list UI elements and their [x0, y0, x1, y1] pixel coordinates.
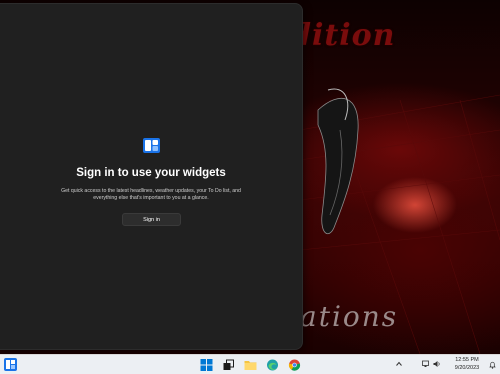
widgets-panel: Sign in to use your widgets Get quick ac…	[0, 4, 302, 349]
wallpaper-title-text: dition	[290, 18, 396, 53]
edge-icon[interactable]	[266, 359, 279, 371]
windows-start-icon[interactable]	[200, 359, 213, 371]
system-clock[interactable]: 12:55 PM 9/20/2023	[448, 357, 486, 372]
widgets-icon[interactable]	[4, 358, 17, 371]
clock-time: 12:55 PM	[455, 357, 479, 363]
panel-description: Get quick access to the latest headlines…	[61, 188, 241, 201]
sign-in-button[interactable]: Sign in	[122, 213, 181, 226]
notification-bell-icon[interactable]	[489, 361, 496, 369]
network-icon[interactable]	[422, 360, 430, 368]
desktop-wallpaper: dition ations Sign in to use your widget…	[0, 0, 500, 354]
show-hidden-icons-icon[interactable]	[395, 360, 403, 368]
chrome-icon[interactable]	[288, 359, 301, 371]
folder-icon[interactable]	[244, 359, 257, 371]
wallpaper-sub-text: ations	[300, 300, 399, 333]
widgets-logo-icon	[143, 138, 160, 153]
volume-icon[interactable]	[433, 360, 441, 368]
task-view-icon[interactable]	[222, 359, 235, 371]
panel-title: Sign in to use your widgets	[76, 167, 226, 179]
taskbar: 12:55 PM 9/20/2023	[0, 354, 500, 374]
clock-date: 9/20/2023	[454, 364, 480, 371]
